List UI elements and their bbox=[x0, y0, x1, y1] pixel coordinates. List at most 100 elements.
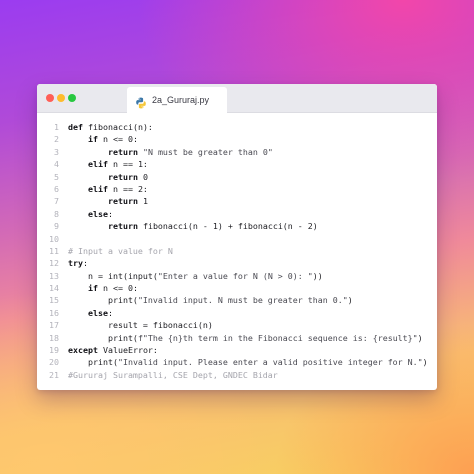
code-keyword: return bbox=[107, 221, 138, 232]
code-keyword: return bbox=[107, 171, 138, 182]
code-line: 12 try: bbox=[37, 257, 437, 269]
code-token: 0 bbox=[137, 171, 148, 182]
code-token: n <= 0: bbox=[97, 134, 138, 145]
code-text: # Input a value for N bbox=[68, 245, 173, 257]
code-editor[interactable]: 1 def fibonacci(n): 2 if n <= 0: 3 return "… bbox=[37, 121, 437, 381]
code-text: elif n == 1: bbox=[68, 158, 148, 170]
code-token: : bbox=[83, 258, 88, 269]
line-number: 17 bbox=[49, 320, 59, 331]
code-token: print( bbox=[68, 332, 138, 343]
code-text: return fibonacci(n - 1) + fibonacci(n - … bbox=[68, 220, 318, 232]
code-text: def fibonacci(n): bbox=[68, 121, 153, 133]
code-keyword: return bbox=[107, 146, 138, 157]
code-string: "Invalid input. Please enter a valid pos… bbox=[117, 357, 423, 368]
code-text: else: bbox=[68, 307, 113, 319]
code-text: print("Invalid input. N must be greater … bbox=[68, 294, 353, 306]
code-text: n = int(input("Enter a value for N (N > … bbox=[68, 270, 323, 282]
line-number: 4 bbox=[54, 159, 59, 170]
code-keyword: return bbox=[107, 196, 138, 207]
line-number: 2 bbox=[54, 134, 59, 145]
code-token: 1 bbox=[137, 196, 148, 207]
code-token: )) bbox=[312, 270, 323, 281]
code-token: print( bbox=[68, 295, 138, 306]
minimize-icon[interactable] bbox=[57, 94, 65, 102]
line-number: 14 bbox=[49, 283, 59, 294]
line-number: 15 bbox=[49, 295, 59, 306]
code-string: "Enter a value for N (N > 0): " bbox=[157, 270, 313, 281]
code-line: 15 print("Invalid input. N must be great… bbox=[37, 294, 437, 306]
code-text: elif n == 2: bbox=[68, 183, 148, 195]
code-line: 6 elif n == 2: bbox=[37, 183, 437, 195]
code-line: 1 def fibonacci(n): bbox=[37, 121, 437, 133]
code-token: n = int(input( bbox=[68, 270, 158, 281]
code-token: ) bbox=[417, 332, 423, 343]
code-text: #Gururaj Surampalli, CSE Dept, GNDEC Bid… bbox=[68, 369, 278, 381]
code-text: print("Invalid input. Please enter a val… bbox=[68, 356, 428, 368]
line-number: 6 bbox=[54, 183, 59, 194]
python-icon bbox=[135, 94, 147, 109]
code-line: 4 elif n == 1: bbox=[37, 158, 437, 170]
code-line: 2 if n <= 0: bbox=[37, 133, 437, 145]
code-comment: #Gururaj Surampalli, CSE Dept, GNDEC Bid… bbox=[68, 369, 278, 380]
code-line: 11 # Input a value for N bbox=[37, 245, 437, 257]
code-line: 8 else: bbox=[37, 208, 437, 220]
line-number: 13 bbox=[49, 270, 59, 281]
code-text: if n <= 0: bbox=[68, 133, 138, 145]
line-number: 9 bbox=[54, 221, 59, 232]
code-line: 9 return fibonacci(n - 1) + fibonacci(n … bbox=[37, 220, 437, 232]
maximize-icon[interactable] bbox=[68, 94, 76, 102]
line-number: 5 bbox=[54, 171, 59, 182]
code-line: 3 return "N must be greater than 0" bbox=[37, 146, 437, 158]
code-token: n <= 0: bbox=[97, 283, 138, 294]
line-number: 8 bbox=[54, 208, 59, 219]
line-number: 10 bbox=[49, 233, 59, 244]
code-keyword: elif bbox=[87, 159, 108, 170]
line-number: 3 bbox=[54, 146, 59, 157]
code-line: 20 print("Invalid input. Please enter a … bbox=[37, 356, 437, 368]
close-icon[interactable] bbox=[46, 94, 54, 102]
line-number: 7 bbox=[54, 196, 59, 207]
code-token: ValueError: bbox=[97, 345, 158, 356]
code-line: 17 result = fibonacci(n) bbox=[37, 319, 437, 331]
line-number: 20 bbox=[49, 357, 59, 368]
code-text: print(f"The {n}th term in the Fibonacci … bbox=[68, 332, 423, 344]
code-keyword: def bbox=[68, 122, 83, 132]
code-token: fibonacci(n): bbox=[83, 122, 153, 132]
code-token: : bbox=[107, 208, 113, 219]
line-number: 11 bbox=[49, 245, 59, 256]
code-text: except ValueError: bbox=[68, 344, 158, 356]
file-tab[interactable]: 2a_Gururaj.py bbox=[127, 87, 227, 113]
code-text: return "N must be greater than 0" bbox=[68, 146, 273, 158]
code-window: 2a_Gururaj.py 1 def fibonacci(n): 2 if n <… bbox=[37, 84, 437, 390]
code-token: : bbox=[107, 307, 113, 318]
line-number: 12 bbox=[49, 258, 59, 269]
code-line: 10 bbox=[37, 233, 437, 245]
code-keyword: if bbox=[87, 283, 98, 294]
code-token: n == 2: bbox=[107, 183, 148, 194]
code-text: return 1 bbox=[68, 195, 148, 207]
code-line: 7 return 1 bbox=[37, 195, 437, 207]
code-line: 18 print(f"The {n}th term in the Fibonac… bbox=[37, 332, 437, 344]
line-number: 21 bbox=[49, 369, 59, 380]
code-text: if n <= 0: bbox=[68, 282, 138, 294]
code-line: 16 else: bbox=[37, 307, 437, 319]
code-keyword: if bbox=[87, 134, 98, 145]
line-number: 1 bbox=[54, 122, 59, 132]
code-token: n == 1: bbox=[107, 159, 148, 170]
code-keyword: else bbox=[87, 208, 108, 219]
code-line: 19 except ValueError: bbox=[37, 344, 437, 356]
code-token: fibonacci(n - 1) + fibonacci(n - 2) bbox=[137, 221, 318, 232]
tab-label: 2a_Gururaj.py bbox=[152, 95, 210, 105]
code-keyword: elif bbox=[87, 183, 108, 194]
code-keyword: else bbox=[87, 307, 108, 318]
code-line: 14 if n <= 0: bbox=[37, 282, 437, 294]
code-string: "Invalid input. N must be greater than 0… bbox=[137, 295, 348, 306]
